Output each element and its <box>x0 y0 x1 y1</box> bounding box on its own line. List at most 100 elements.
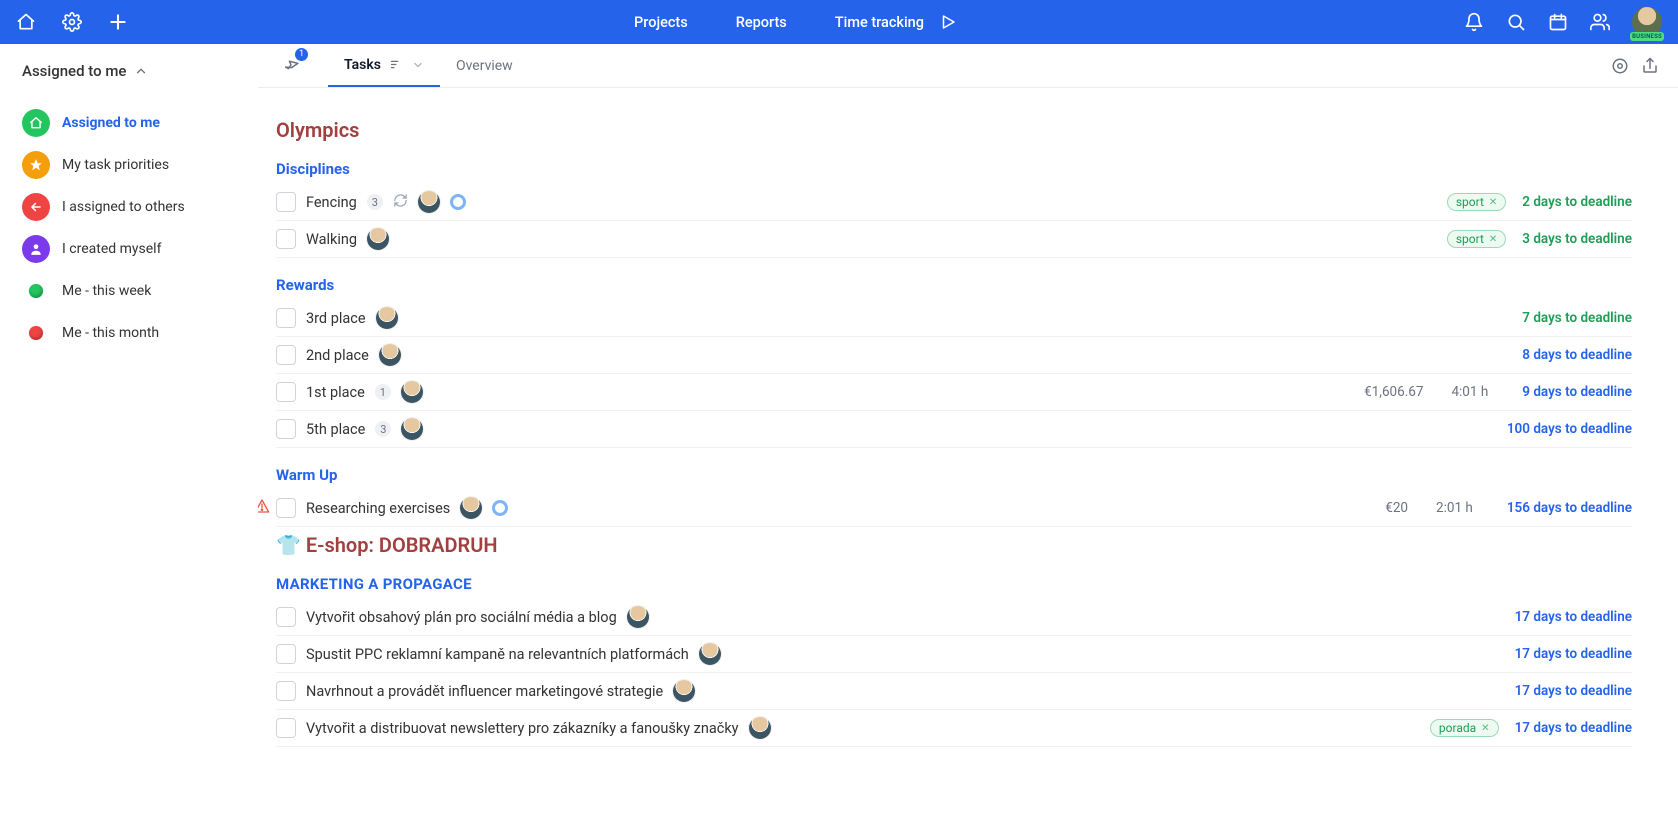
task-name[interactable]: Navrhnout a provádět influencer marketin… <box>306 683 663 700</box>
sidebar-item-label: Assigned to me <box>62 115 160 131</box>
assignee-avatar[interactable] <box>627 606 649 628</box>
bell-icon[interactable] <box>1464 12 1484 32</box>
tab-tasks-label: Tasks <box>344 57 381 73</box>
task-name[interactable]: Fencing <box>306 194 357 211</box>
nav-projects[interactable]: Projects <box>634 14 688 31</box>
task-row[interactable]: Walkingsport✕3 days to deadline <box>276 221 1632 258</box>
task-row[interactable]: 3rd place7 days to deadline <box>276 300 1632 337</box>
task-name[interactable]: 5th place <box>306 421 365 438</box>
assignee-avatar[interactable] <box>673 680 695 702</box>
tab-overview[interactable]: Overview <box>440 44 529 87</box>
tag-chip[interactable]: sport✕ <box>1447 193 1506 211</box>
task-checkbox[interactable] <box>276 192 296 212</box>
assignee-avatar[interactable] <box>699 643 721 665</box>
section-title[interactable]: MARKETING A PROPAGACE <box>276 575 1632 593</box>
task-checkbox[interactable] <box>276 718 296 738</box>
task-name[interactable]: Vytvořit obsahový plán pro sociální médi… <box>306 609 617 626</box>
subtask-count: 1 <box>375 384 391 400</box>
play-icon[interactable] <box>938 12 958 32</box>
task-checkbox[interactable] <box>276 382 296 402</box>
sidebar-item-label: I assigned to others <box>62 199 185 215</box>
user-avatar[interactable]: BUSINESS <box>1632 7 1662 37</box>
task-deadline: 2 days to deadline <box>1522 194 1632 210</box>
sidebar-item-label: Me - this month <box>62 325 159 341</box>
viewbar: 1 Tasks Overview <box>258 44 1678 88</box>
sidebar-item-label: Me - this week <box>62 283 151 299</box>
task-row[interactable]: Navrhnout a provádět influencer marketin… <box>276 673 1632 710</box>
calendar-icon[interactable] <box>1548 12 1568 32</box>
task-name[interactable]: Walking <box>306 231 357 248</box>
task-budget: €1,606.67 <box>1364 384 1423 400</box>
task-deadline: 9 days to deadline <box>1522 384 1632 400</box>
assignee-avatar[interactable] <box>401 418 423 440</box>
task-row[interactable]: 5th place3100 days to deadline <box>276 411 1632 448</box>
task-row[interactable]: Fencing3sport✕2 days to deadline <box>276 184 1632 221</box>
tab-tasks[interactable]: Tasks <box>328 44 440 87</box>
view-settings-icon[interactable] <box>1610 44 1630 87</box>
assignee-avatar[interactable] <box>379 344 401 366</box>
task-checkbox[interactable] <box>276 498 296 518</box>
nav-time-tracking[interactable]: Time tracking <box>835 14 924 31</box>
task-row[interactable]: Vytvořit obsahový plán pro sociální médi… <box>276 599 1632 636</box>
task-checkbox[interactable] <box>276 308 296 328</box>
tag-remove-icon[interactable]: ✕ <box>1489 234 1497 245</box>
pinned-views-button[interactable]: 1 <box>276 44 306 87</box>
overdue-warning-icon <box>258 498 270 518</box>
home-icon[interactable] <box>16 12 36 32</box>
task-list-content: OlympicsDisciplinesFencing3sport✕2 days … <box>258 88 1678 771</box>
sidebar-item[interactable]: Assigned to me <box>22 102 240 144</box>
assignee-avatar[interactable] <box>749 717 771 739</box>
tag-chip[interactable]: sport✕ <box>1447 230 1506 248</box>
sidebar-item[interactable]: My task priorities <box>22 144 240 186</box>
section-title[interactable]: Disciplines <box>276 160 1632 178</box>
sidebar: Assigned to me Assigned to me My task pri… <box>0 44 258 826</box>
search-icon[interactable] <box>1506 12 1526 32</box>
task-row[interactable]: Vytvořit a distribuovat newslettery pro … <box>276 710 1632 747</box>
project-title[interactable]: 👕 E-shop: DOBRADRUH <box>276 533 1632 557</box>
tag-remove-icon[interactable]: ✕ <box>1489 197 1497 208</box>
assignee-avatar[interactable] <box>401 381 423 403</box>
section-title[interactable]: Warm Up <box>276 466 1632 484</box>
section-title[interactable]: Rewards <box>276 276 1632 294</box>
main-pane: 1 Tasks Overview Olympics Disciplines Fenc… <box>258 44 1678 826</box>
add-icon[interactable] <box>108 12 128 32</box>
task-checkbox[interactable] <box>276 419 296 439</box>
sidebar-item[interactable]: I assigned to others <box>22 186 240 228</box>
sidebar-item[interactable]: Me - this week <box>22 270 240 312</box>
plan-badge: BUSINESS <box>1630 32 1664 41</box>
task-name[interactable]: 2nd place <box>306 347 369 364</box>
gear-icon[interactable] <box>62 12 82 32</box>
users-icon[interactable] <box>1590 12 1610 32</box>
nav-reports[interactable]: Reports <box>736 14 787 31</box>
sidebar-item-icon <box>22 277 50 305</box>
task-checkbox[interactable] <box>276 681 296 701</box>
task-hours: 4:01 h <box>1451 384 1488 400</box>
task-hours: 2:01 h <box>1436 500 1473 516</box>
task-checkbox[interactable] <box>276 644 296 664</box>
sidebar-item[interactable]: Me - this month <box>22 312 240 354</box>
task-name[interactable]: Spustit PPC reklamní kampaně na relevant… <box>306 646 689 663</box>
assignee-avatar[interactable] <box>367 228 389 250</box>
sidebar-title[interactable]: Assigned to me <box>22 62 240 80</box>
task-name[interactable]: 1st place <box>306 384 365 401</box>
task-row[interactable]: 2nd place8 days to deadline <box>276 337 1632 374</box>
task-checkbox[interactable] <box>276 607 296 627</box>
project-title[interactable]: Olympics <box>276 118 1632 142</box>
assignee-avatar[interactable] <box>418 191 440 213</box>
chevron-down-icon[interactable] <box>412 59 424 71</box>
task-checkbox[interactable] <box>276 345 296 365</box>
task-name[interactable]: 3rd place <box>306 310 366 327</box>
tag-chip[interactable]: porada✕ <box>1430 719 1499 737</box>
task-row[interactable]: Spustit PPC reklamní kampaně na relevant… <box>276 636 1632 673</box>
task-row[interactable]: 1st place 1 €1,606.67 4:01 h 9 days to deadl… <box>276 374 1632 411</box>
tag-remove-icon[interactable]: ✕ <box>1481 723 1489 734</box>
task-name[interactable]: Researching exercises <box>306 500 450 517</box>
task-name[interactable]: Vytvořit a distribuovat newslettery pro … <box>306 720 739 737</box>
assignee-avatar[interactable] <box>460 497 482 519</box>
assignee-avatar[interactable] <box>376 307 398 329</box>
task-row[interactable]: Researching exercises€202:01 h156 days t… <box>276 490 1632 527</box>
sidebar-item[interactable]: I created myself <box>22 228 240 270</box>
task-checkbox[interactable] <box>276 229 296 249</box>
sidebar-item-label: My task priorities <box>62 157 169 173</box>
share-icon[interactable] <box>1640 44 1660 87</box>
